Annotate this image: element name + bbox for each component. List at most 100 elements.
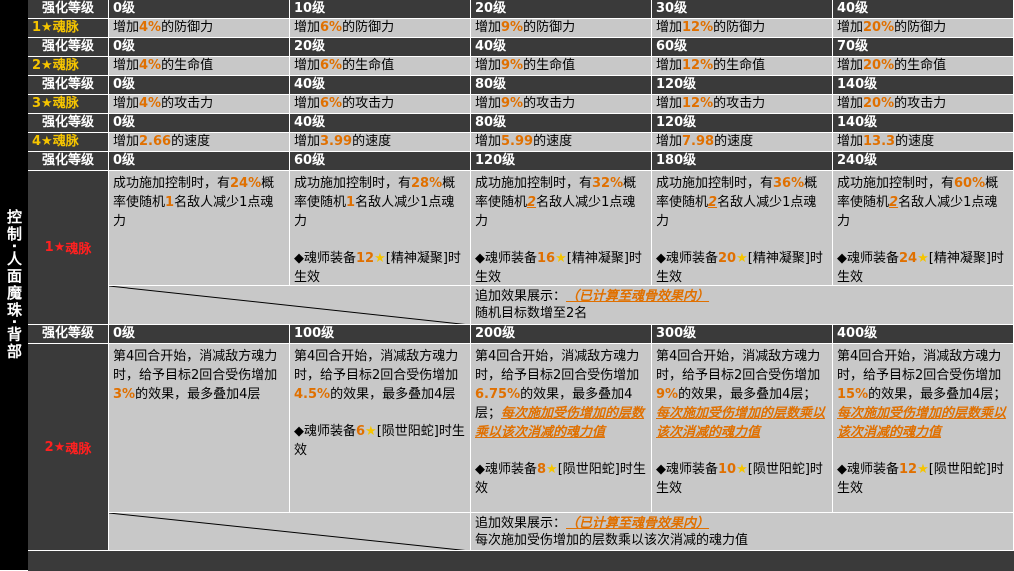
stat-suffix: 的速度: [352, 134, 392, 149]
stat-cell: 增加4%的防御力: [109, 19, 290, 38]
stat-cell: 增加6%的防御力: [290, 19, 471, 38]
note-text: 每次施加受伤增加的层数乘以该次消减的魂力值: [475, 533, 749, 548]
effect-chance: 28%: [411, 176, 443, 191]
stat-suffix: 的攻击力: [161, 96, 214, 111]
stat-prefix: 增加: [113, 96, 140, 111]
level-header: 120级: [471, 152, 652, 171]
stat-prefix: 增加: [294, 58, 321, 73]
effect-text: 的效果，最多叠加4层；: [868, 387, 1007, 402]
soul-vein-star-icon: ★: [41, 20, 53, 35]
stat-value: 7.98: [682, 134, 715, 149]
equip-prefix: ◆魂师装备: [475, 462, 537, 477]
extra-effect-note: 追加效果展示：（已计算至魂骨效果内） 每次施加受伤增加的层数乘以该次消减的魂力值: [471, 513, 1014, 551]
effect-text: 的效果，最多叠加4层；: [678, 387, 817, 402]
level-value: 80级: [475, 115, 507, 130]
star-icon: ★: [555, 251, 567, 266]
stat-suffix: 的生命值: [894, 58, 947, 73]
effect-text: 第4回合开始，消减敌方魂力时，给予目标2回合受伤增加: [837, 349, 1002, 383]
level-value: 300级: [656, 326, 697, 341]
stat-prefix: 增加: [113, 134, 140, 149]
level-header: 240级: [833, 152, 1014, 171]
level-value: 120级: [656, 115, 697, 130]
stat-suffix: 的防御力: [523, 20, 576, 35]
effect-targets: 2: [889, 195, 899, 210]
stat-suffix: 的生命值: [523, 58, 576, 73]
note-label: 追加效果展示：: [475, 516, 567, 531]
equip-count: 10: [718, 462, 737, 477]
effect-cell: 第4回合开始，消减敌方魂力时，给予目标2回合受伤增加 3%的效果，最多叠加4层: [109, 344, 290, 513]
soul-vein-star-icon: ★: [41, 96, 53, 111]
effect-text: 成功施加控制时，有: [475, 176, 593, 191]
level-header: 140级: [833, 114, 1014, 133]
effect-cell: 成功施加控制时，有60%概率使随机2名敌人减少1点魂力 ◆魂师装备24★[精神凝聚…: [833, 171, 1014, 286]
effect-text: 的效果，最多叠加4层: [135, 387, 261, 402]
level-header: 0级: [109, 114, 290, 133]
level-value: 120级: [656, 77, 697, 92]
effect-text: 成功施加控制时，有: [656, 176, 774, 191]
equip-prefix: ◆魂师装备: [656, 251, 718, 266]
stat-prefix: 增加: [113, 58, 140, 73]
level-value: 0级: [113, 153, 136, 168]
equip-requirement: ◆魂师装备6★[陨世阳蛇]时生效: [294, 422, 466, 460]
level-header: 300级: [652, 325, 833, 344]
equip-prefix: ◆魂师装备: [837, 251, 899, 266]
stat-value: 6%: [320, 58, 343, 73]
level-value: 60级: [656, 39, 688, 54]
stat-cell: 增加4%的生命值: [109, 57, 290, 76]
stat-value: 3.99: [320, 134, 353, 149]
level-value: 30级: [656, 1, 688, 16]
soul-vein-1-star-icon: ★: [53, 240, 66, 255]
stat-cell: 增加9%的生命值: [471, 57, 652, 76]
stat-value: 20%: [863, 20, 895, 35]
effect-targets: 2: [708, 195, 718, 210]
stat-suffix: 的攻击力: [713, 96, 766, 111]
diagonal-empty-cell: [109, 286, 471, 325]
effect-cell: 第4回合开始，消减敌方魂力时，给予目标2回合受伤增加 15%的效果，最多叠加4层；…: [833, 344, 1014, 513]
level-value: 400级: [837, 326, 878, 341]
equip-count: 12: [356, 251, 375, 266]
level-header: 400级: [833, 325, 1014, 344]
equip-requirement: ◆魂师装备10★[陨世阳蛇]时生效: [656, 460, 828, 498]
effect-cell: 成功施加控制时，有28%概率使随机1名敌人减少1点魂力 ◆魂师装备12★[精神凝聚…: [290, 171, 471, 286]
effect-text: 的效果，最多叠加4层: [330, 387, 456, 402]
soul-vein-2-star-icon: ★: [53, 439, 66, 455]
level-header: 60级: [290, 152, 471, 171]
stat-value: 4%: [139, 96, 162, 111]
stat-value: 12%: [682, 20, 714, 35]
damage-increase-pct: 6.75%: [475, 387, 521, 402]
soul-vein-tag: 4★魂脉: [28, 133, 109, 152]
diagonal-empty-cell: [109, 513, 471, 551]
stat-cell: 增加20%的防御力: [833, 19, 1014, 38]
equip-prefix: ◆魂师装备: [656, 462, 718, 477]
stat-suffix: 的防御力: [161, 20, 214, 35]
damage-increase-pct: 15%: [837, 387, 869, 402]
stat-value: 2.66: [139, 134, 172, 149]
side-title: 控制·人面魔珠·背部: [0, 0, 28, 571]
level-header: 40级: [471, 38, 652, 57]
level-header: 30级: [652, 0, 833, 19]
soul-vein-tag: 1★魂脉: [28, 19, 109, 38]
effect-chance: 60%: [954, 176, 986, 191]
stat-prefix: 增加: [656, 20, 683, 35]
soul-vein-1-label: 1 ★ 魂脉: [28, 171, 109, 325]
level-header: 40级: [290, 76, 471, 95]
equip-requirement: ◆魂师装备12★[精神凝聚]时生效: [294, 249, 466, 285]
stat-prefix: 增加: [475, 134, 502, 149]
effect-chance: 24%: [230, 176, 262, 191]
level-header: 10级: [290, 0, 471, 19]
effect-chance: 36%: [773, 176, 805, 191]
level-value: 40级: [294, 115, 326, 130]
stat-cell: 增加3.99的速度: [290, 133, 471, 152]
stat-cell: 增加20%的攻击力: [833, 95, 1014, 114]
soul-vein-star-icon: ★: [41, 134, 53, 149]
stat-prefix: 增加: [656, 58, 683, 73]
equip-count: 8: [537, 462, 547, 477]
star-icon: ★: [917, 462, 929, 477]
stat-prefix: 增加: [475, 58, 502, 73]
level-header: 180级: [652, 152, 833, 171]
stat-cell: 增加7.98的速度: [652, 133, 833, 152]
stat-suffix: 的防御力: [894, 20, 947, 35]
level-header: 60级: [652, 38, 833, 57]
stat-suffix: 的速度: [895, 134, 935, 149]
effect-cell: 成功施加控制时，有36%概率使随机2名敌人减少1点魂力 ◆魂师装备20★[精神凝聚…: [652, 171, 833, 286]
